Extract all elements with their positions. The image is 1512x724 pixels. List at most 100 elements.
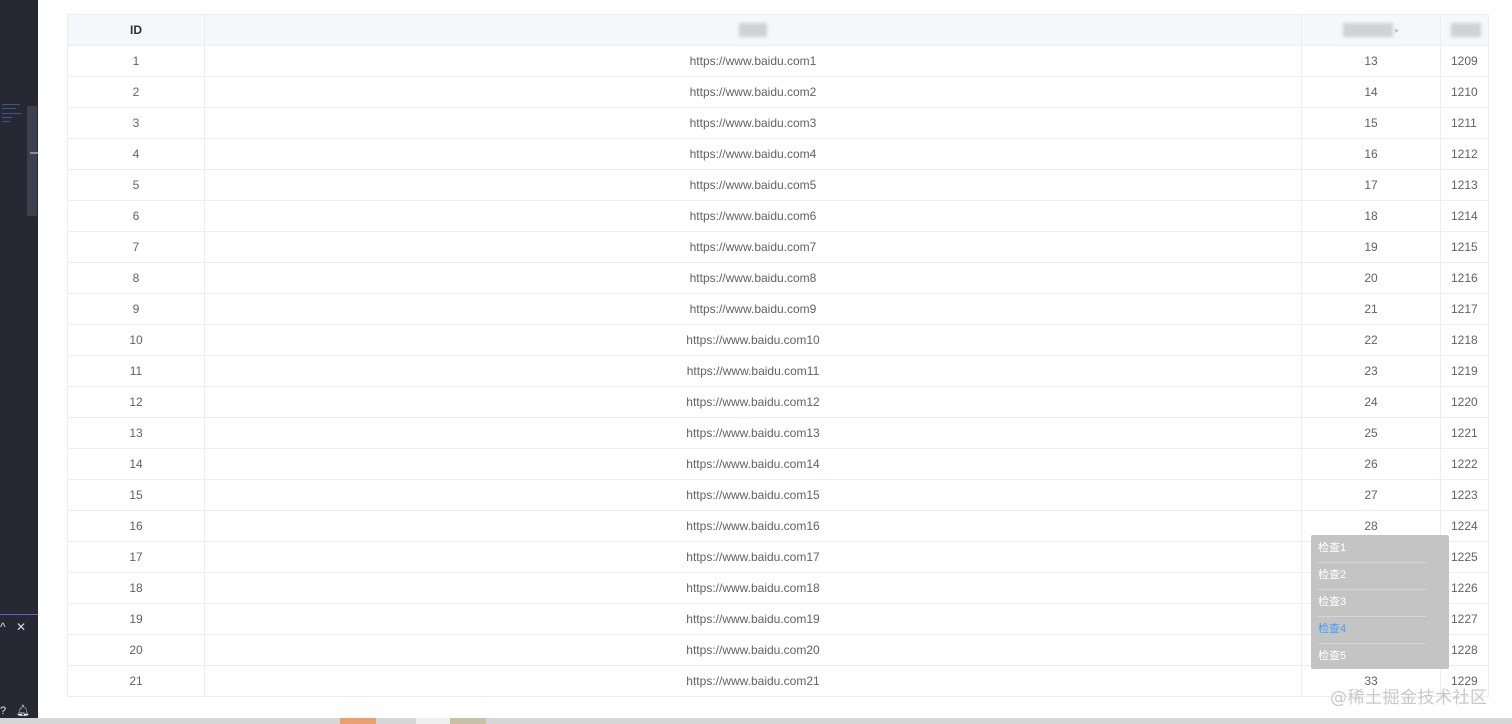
- cell-b: 1212: [1440, 138, 1489, 170]
- cell-id: 16: [67, 510, 205, 542]
- cell-b: 1214: [1440, 200, 1489, 232]
- cell-id: 9: [67, 293, 205, 325]
- redacted-header: [1342, 23, 1393, 38]
- table-header-row: ID ▸: [67, 15, 1489, 46]
- column-header-b[interactable]: [1440, 15, 1489, 46]
- table-row[interactable]: 20 https://www.baidu.com20 1228: [67, 634, 1489, 666]
- cell-id: 1: [67, 45, 205, 77]
- code-line: [2, 117, 12, 118]
- table-row[interactable]: 8 https://www.baidu.com8 20 1216: [67, 262, 1489, 294]
- cell-url: https://www.baidu.com1: [204, 45, 1302, 77]
- table-row[interactable]: 13 https://www.baidu.com13 25 1221: [67, 417, 1489, 449]
- cell-url: https://www.baidu.com9: [204, 293, 1302, 325]
- dropdown-item-check3[interactable]: 检查3: [1318, 589, 1426, 617]
- table-row[interactable]: 10 https://www.baidu.com10 22 1218: [67, 324, 1489, 356]
- cell-b: 1223: [1440, 479, 1489, 511]
- help-icon[interactable]: ?: [0, 704, 6, 718]
- cell-id: 18: [67, 572, 205, 604]
- table-row[interactable]: 3 https://www.baidu.com3 15 1211: [67, 107, 1489, 139]
- dropdown-item-check1[interactable]: 检查1: [1318, 535, 1426, 563]
- cell-id: 7: [67, 231, 205, 263]
- table-row[interactable]: 5 https://www.baidu.com5 17 1213: [67, 169, 1489, 201]
- panel-divider: [0, 614, 38, 615]
- column-header-a[interactable]: ▸: [1301, 15, 1441, 46]
- redacted-header: [739, 23, 767, 38]
- table-row[interactable]: 11 https://www.baidu.com11 23 1219: [67, 355, 1489, 387]
- table-row[interactable]: 4 https://www.baidu.com4 16 1212: [67, 138, 1489, 170]
- cell-id: 20: [67, 634, 205, 666]
- cell-b: 1218: [1440, 324, 1489, 356]
- cell-id: 2: [67, 76, 205, 108]
- cell-a: 15: [1301, 107, 1441, 139]
- cell-id: 10: [67, 324, 205, 356]
- cell-b: 1217: [1440, 293, 1489, 325]
- cell-url: https://www.baidu.com18: [204, 572, 1302, 604]
- cell-id: 21: [67, 665, 205, 697]
- cell-a: 20: [1301, 262, 1441, 294]
- column-header-id[interactable]: ID: [67, 15, 205, 46]
- bottom-scrollbar[interactable]: [0, 718, 1512, 724]
- cell-a: 13: [1301, 45, 1441, 77]
- cell-url: https://www.baidu.com14: [204, 448, 1302, 480]
- cell-a: 24: [1301, 386, 1441, 418]
- cell-b: 1210: [1440, 76, 1489, 108]
- table-row[interactable]: 14 https://www.baidu.com14 26 1222: [67, 448, 1489, 480]
- sort-caret-icon[interactable]: ▸: [1395, 25, 1400, 35]
- dropdown-item-check2[interactable]: 检查2: [1318, 562, 1426, 590]
- cell-b: 1211: [1440, 107, 1489, 139]
- cell-id: 19: [67, 603, 205, 635]
- table-row[interactable]: 9 https://www.baidu.com9 21 1217: [67, 293, 1489, 325]
- cell-url: https://www.baidu.com2: [204, 76, 1302, 108]
- cell-url: https://www.baidu.com20: [204, 634, 1302, 666]
- cell-url: https://www.baidu.com13: [204, 417, 1302, 449]
- cell-id: 17: [67, 541, 205, 573]
- cell-id: 4: [67, 138, 205, 170]
- cell-a: 23: [1301, 355, 1441, 387]
- editor-scrollbar[interactable]: [27, 106, 37, 216]
- cell-id: 6: [67, 200, 205, 232]
- code-line: [2, 108, 16, 109]
- table-row[interactable]: 7 https://www.baidu.com7 19 1215: [67, 231, 1489, 263]
- redacted-header: [1451, 23, 1481, 38]
- table-row[interactable]: 6 https://www.baidu.com6 18 1214: [67, 200, 1489, 232]
- table-row[interactable]: 21 https://www.baidu.com21 33 1229: [67, 665, 1489, 697]
- cell-a: 19: [1301, 231, 1441, 263]
- table-row[interactable]: 18 https://www.baidu.com18 1226: [67, 572, 1489, 604]
- bell-icon[interactable]: 🔔︎: [16, 704, 30, 718]
- cell-url: https://www.baidu.com12: [204, 386, 1302, 418]
- cell-b: 1221: [1440, 417, 1489, 449]
- expand-icon[interactable]: ^: [0, 619, 6, 635]
- table-row[interactable]: 16 https://www.baidu.com16 28 1224: [67, 510, 1489, 542]
- dropdown-item-check4[interactable]: 检查4: [1318, 616, 1426, 644]
- dropdown-item-check5[interactable]: 检查5: [1318, 643, 1426, 670]
- close-icon[interactable]: ✕: [16, 619, 26, 635]
- cell-b: 1216: [1440, 262, 1489, 294]
- cell-a: 16: [1301, 138, 1441, 170]
- watermark: @稀土掘金技术社区: [1330, 688, 1488, 708]
- code-line: [2, 113, 22, 114]
- cell-url: https://www.baidu.com16: [204, 510, 1302, 542]
- cell-b: 1215: [1440, 231, 1489, 263]
- code-line: [2, 104, 20, 105]
- cell-a: 26: [1301, 448, 1441, 480]
- cell-url: https://www.baidu.com11: [204, 355, 1302, 387]
- cell-url: https://www.baidu.com5: [204, 169, 1302, 201]
- editor-scrollbar-thumb[interactable]: [30, 152, 38, 154]
- cell-b: 1209: [1440, 45, 1489, 77]
- table-row[interactable]: 12 https://www.baidu.com12 24 1220: [67, 386, 1489, 418]
- cell-url: https://www.baidu.com15: [204, 479, 1302, 511]
- table-row[interactable]: 17 https://www.baidu.com17 1225: [67, 541, 1489, 573]
- bottom-bar-segment: [450, 718, 486, 724]
- cell-url: https://www.baidu.com8: [204, 262, 1302, 294]
- table-row[interactable]: 15 https://www.baidu.com15 27 1223: [67, 479, 1489, 511]
- cell-id: 8: [67, 262, 205, 294]
- cell-b: 1220: [1440, 386, 1489, 418]
- cell-a: 22: [1301, 324, 1441, 356]
- column-header-url[interactable]: [204, 15, 1302, 46]
- table-row[interactable]: 19 https://www.baidu.com19 1227: [67, 603, 1489, 635]
- cell-id: 15: [67, 479, 205, 511]
- table-row[interactable]: 1 https://www.baidu.com1 13 1209: [67, 45, 1489, 77]
- cell-id: 14: [67, 448, 205, 480]
- cell-id: 3: [67, 107, 205, 139]
- table-row[interactable]: 2 https://www.baidu.com2 14 1210: [67, 76, 1489, 108]
